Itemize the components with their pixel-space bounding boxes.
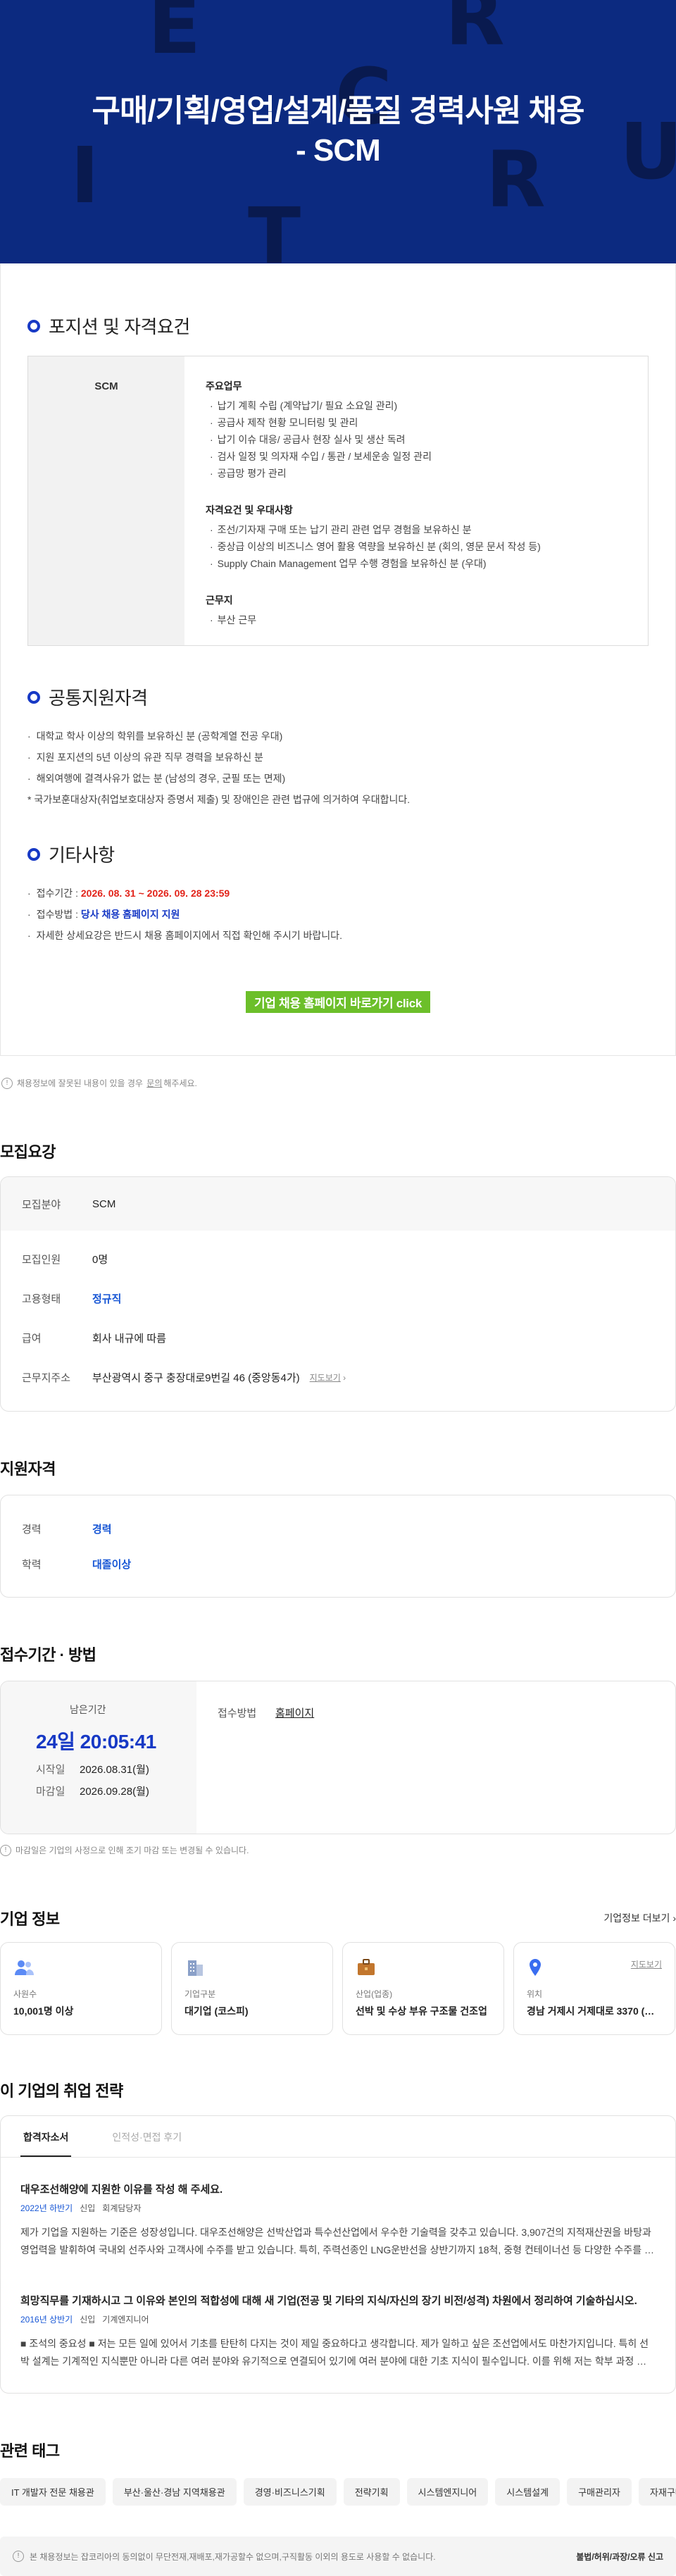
copyright-notice: ! 본 채용정보는 잡코리아의 동의없이 무단전재,재배포,재가공할수 없으며,… bbox=[0, 2537, 676, 2576]
apply-method-text: 당사 채용 홈페이지 지원 bbox=[80, 909, 180, 920]
position-name: SCM bbox=[28, 356, 184, 645]
tag-chip[interactable]: 자재구매 bbox=[638, 2478, 676, 2506]
location-group: 근무지 부산 근무 bbox=[206, 592, 627, 628]
list-item: 공급망 평가 관리 bbox=[206, 465, 627, 482]
recruit-row: 모집인원 0명 bbox=[22, 1253, 108, 1266]
recruit-row: 고용형태 정규직 bbox=[22, 1293, 122, 1305]
list-item: 해외여행에 결격사유가 없는 분 (남성의 경우, 군필 또는 면제) bbox=[27, 768, 649, 789]
list-item: 조선/기자재 구매 또는 납기 관리 관련 업무 경험을 보유하신 분 bbox=[206, 521, 627, 538]
strategy-tabs: 합격자소서 인적성·면접 후기 bbox=[1, 2116, 675, 2158]
section-title: 관련 태그 bbox=[0, 2442, 60, 2460]
report-inquiry-link[interactable]: 문의 bbox=[146, 1077, 162, 1089]
company-section: 기업 정보 기업정보 더보기 › 사원수 10,001명 이상 기업구분 대기업… bbox=[0, 1907, 676, 2035]
positions-heading: 포지션 및 자격요건 bbox=[27, 313, 649, 339]
list-item: Supply Chain Management 업무 수행 경험을 보유하신 분… bbox=[206, 555, 627, 572]
tag-chip[interactable]: IT 개발자 전문 채용관 bbox=[0, 2478, 106, 2506]
countdown-timer: 24일 20:05:41 bbox=[36, 1731, 156, 1753]
list-item: 검사 일정 및 의자재 수입 / 통관 / 보세운송 일정 관리 bbox=[206, 448, 627, 465]
countdown-panel: 남은기간 24일 20:05:41 시작일 2026.08.31(월) 마감일 20… bbox=[1, 1681, 196, 1834]
section-title: 모집요강 bbox=[0, 1143, 56, 1161]
preference-note: * 국가보훈대상자(취업보호대상자 증명서 제출) 및 장애인은 관련 법규에 … bbox=[27, 794, 411, 805]
list-item: 공급사 제작 현황 모니터링 및 관리 bbox=[206, 414, 627, 431]
list-item: 지원 포지션의 5년 이상의 유관 직무 경력을 보유하신 분 bbox=[27, 747, 649, 768]
company-card: 산업(업종) 선박 및 수상 부유 구조물 건조업 bbox=[342, 1942, 504, 2035]
etc-list: 접수기간 : 2026. 08. 31 ~ 2026. 09. 28 23:59… bbox=[27, 883, 649, 946]
map-link[interactable]: 지도보기 bbox=[631, 1958, 662, 1970]
company-more-link[interactable]: 기업정보 더보기 › bbox=[603, 1911, 676, 1925]
info-icon: ! bbox=[13, 2551, 24, 2562]
tag-chip[interactable]: 시스템엔지니어 bbox=[406, 2478, 489, 2506]
deadline-text: 2026. 08. 31 ~ 2026. 09. 28 23:59 bbox=[80, 888, 230, 899]
apply-method-panel: 접수방법 홈페이지 bbox=[196, 1681, 335, 1834]
building-icon bbox=[188, 1960, 203, 1976]
tags-section: 관련 태그 IT 개발자 전문 채용관 부산·울산·경남 지역채용관 경영·비즈… bbox=[0, 2439, 676, 2506]
position-details: 주요업무 납기 계획 수립 (계약납기/ 필요 소요일 관리) 공급사 제작 현… bbox=[184, 356, 648, 645]
qualification-section: 지원자격 경력 경력 학력 대졸이상 bbox=[0, 1457, 676, 1598]
cover-letter-item[interactable]: 희망직무를 기재하시고 그 이유와 본인의 적합성에 대해 새 기업(전공 및 … bbox=[1, 2269, 675, 2393]
company-homepage-button[interactable]: 기업 채용 홈페이지 바로가기 click bbox=[245, 991, 431, 1013]
section-title: 기업 정보 bbox=[0, 1910, 60, 1928]
common-requirements: 대학교 학사 이상의 학위를 보유하신 분 (공학계열 전공 우대) 지원 포지… bbox=[27, 726, 649, 810]
map-link[interactable]: 지도보기 › bbox=[310, 1371, 346, 1383]
list-item: 중상급 이상의 비즈니스 영어 활용 역량을 보유하신 분 (회의, 영문 문서… bbox=[206, 538, 627, 555]
qualification-row: 학력 대졸이상 bbox=[22, 1558, 132, 1571]
tab-interview-reviews[interactable]: 인적성·면접 후기 bbox=[109, 2116, 184, 2157]
qualification-row: 경력 경력 bbox=[22, 1523, 112, 1536]
bullet-circle-icon bbox=[27, 319, 40, 332]
apply-homepage-link[interactable]: 홈페이지 bbox=[275, 1705, 314, 1810]
tag-chip[interactable]: 경영·비즈니스기획 bbox=[243, 2478, 337, 2506]
page-title: 구매/기획/영업/설계/품질 경력사원 채용 - SCM bbox=[92, 94, 584, 168]
recruit-field-row: 모집분야 SCM bbox=[1, 1177, 675, 1231]
section-title: 지원자격 bbox=[0, 1460, 56, 1478]
strategy-section: 이 기업의 취업 전략 합격자소서 인적성·면접 후기 대우조선해양에 지원한 … bbox=[0, 2079, 676, 2394]
bullet-circle-icon bbox=[27, 690, 40, 704]
list-item: 자세한 상세요강은 반드시 채용 홈페이지에서 직접 확인해 주시기 바랍니다. bbox=[27, 925, 649, 946]
people-icon bbox=[15, 1960, 34, 1975]
cover-letter-item[interactable]: 대우조선해양에 지원한 이유를 작성 해 주세요. 2022년 하반기 신입 회계담… bbox=[1, 2158, 675, 2269]
hero-letter: E bbox=[148, 0, 201, 71]
list-item: 접수방법 : 당사 채용 홈페이지 지원 bbox=[27, 904, 649, 925]
recruit-row: 근무지주소 부산광역시 중구 충장대로9번길 46 (중앙동4가) 지도보기 › bbox=[22, 1371, 346, 1384]
location-pin-icon bbox=[530, 1959, 541, 1976]
duties-group: 주요업무 납기 계획 수립 (계약납기/ 필요 소요일 관리) 공급사 제작 현… bbox=[206, 378, 627, 482]
recruit-row: 급여 회사 내규에 따름 bbox=[22, 1332, 166, 1345]
tab-cover-letters[interactable]: 합격자소서 bbox=[20, 2116, 72, 2157]
list-item: 부산 근무 bbox=[206, 611, 627, 628]
report-button[interactable]: 불법/허위/과장/오류 신고 bbox=[576, 2551, 663, 2563]
tag-chip[interactable]: 부산·울산·경남 지역채용관 bbox=[112, 2478, 237, 2506]
section-title: 이 기업의 취업 전략 bbox=[0, 2082, 123, 2100]
briefcase-icon bbox=[358, 1959, 375, 1975]
company-card: 지도보기 위치 경남 거제시 거제대로 3370 (아주동) bbox=[513, 1942, 675, 2035]
job-posting-page: E R C U I R T 구매/기획/영업/설계/품질 경력사원 채용 - S… bbox=[0, 0, 676, 2576]
posting-detail: 포지션 및 자격요건 SCM 주요업무 납기 계획 수립 (계약납기/ 필요 소… bbox=[0, 263, 676, 1056]
company-card: 사원수 10,001명 이상 bbox=[0, 1942, 162, 2035]
deadline-note: ! 마감일은 기업의 사정으로 인해 조기 마감 또는 변경될 수 있습니다. bbox=[0, 1844, 676, 1856]
common-heading: 공통지원자격 bbox=[27, 684, 649, 710]
hero-letter: R bbox=[445, 0, 505, 63]
tag-chip[interactable]: 시스템설계 bbox=[495, 2478, 561, 2506]
section-title: 접수기간 · 방법 bbox=[0, 1646, 96, 1664]
bullet-circle-icon bbox=[27, 847, 40, 861]
info-icon: ! bbox=[1, 1077, 13, 1089]
requirements-group: 자격요건 및 우대사항 조선/기자재 구매 또는 납기 관리 관련 업무 경험을… bbox=[206, 502, 627, 572]
positions-table: SCM 주요업무 납기 계획 수립 (계약납기/ 필요 소요일 관리) 공급사 … bbox=[27, 356, 649, 646]
list-item: 납기 이슈 대응/ 공급사 현장 실사 및 생산 독려 bbox=[206, 431, 627, 448]
tag-chip[interactable]: 전략기획 bbox=[343, 2478, 400, 2506]
list-item: 접수기간 : 2026. 08. 31 ~ 2026. 09. 28 23:59 bbox=[27, 883, 649, 904]
tag-chip[interactable]: 구매관리자 bbox=[567, 2478, 632, 2506]
recruit-section: 모집요강 모집분야 SCM 모집인원 0명 고용형태 정규직 급여 회사 내규에… bbox=[0, 1140, 676, 1412]
period-section: 접수기간 · 방법 남은기간 24일 20:05:41 시작일 2026.08.3… bbox=[0, 1643, 676, 1856]
hero-banner: E R C U I R T 구매/기획/영업/설계/품질 경력사원 채용 - S… bbox=[0, 0, 676, 263]
report-notice: ! 채용정보에 잘못된 내용이 있을 경우 문의 해주세요. bbox=[0, 1056, 676, 1089]
etc-heading: 기타사항 bbox=[27, 841, 649, 867]
company-card: 기업구분 대기업 (코스피) bbox=[171, 1942, 333, 2035]
info-icon: ! bbox=[0, 1844, 11, 1856]
hero-letter: T bbox=[248, 191, 301, 263]
list-item: 대학교 학사 이상의 학위를 보유하신 분 (공학계열 전공 우대) bbox=[27, 726, 649, 747]
list-item: 납기 계획 수립 (계약납기/ 필요 소요일 관리) bbox=[206, 397, 627, 414]
